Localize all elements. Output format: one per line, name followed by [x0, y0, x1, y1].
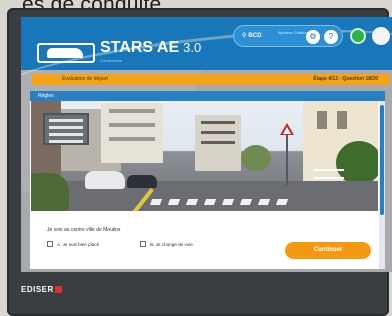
status-indicator-icon[interactable]	[350, 28, 366, 44]
direction-sign	[43, 113, 89, 145]
user-icon: ⚲	[242, 33, 247, 39]
ediser-logo: EDISER	[21, 285, 62, 294]
progress-step: Étape 4/12 - Question 18/20	[313, 76, 378, 82]
progress-banner: Évaluation de départ Étape 4/12 - Questi…	[32, 74, 390, 85]
answer-b[interactable]: B. Je change de voie	[140, 241, 193, 247]
fence	[314, 169, 344, 179]
dark-car	[127, 175, 157, 188]
brand-text: EDISER	[21, 285, 54, 294]
sign-pole	[286, 135, 288, 185]
scroll-thumb[interactable]	[380, 105, 384, 215]
profile-avatar[interactable]	[372, 27, 390, 45]
building-windows-2	[109, 123, 155, 127]
tree	[241, 145, 271, 171]
road	[31, 181, 378, 211]
continue-button[interactable]: Continuer	[285, 242, 371, 259]
app-screen: STARS AE 3.0 Cordonnerie ⚲ BCD Alphane Châ…	[21, 17, 392, 272]
answer-a-checkbox[interactable]	[47, 241, 53, 247]
answer-a[interactable]: A. Je suis bien placé	[47, 241, 99, 247]
app-header: STARS AE 3.0 Cordonnerie ⚲ BCD Alphane Châ…	[21, 17, 392, 119]
green-car	[31, 173, 69, 211]
tower-windows-3	[201, 141, 235, 144]
panel-tab[interactable]: Règles	[30, 91, 385, 101]
crosswalk	[149, 199, 293, 205]
app-version: 3.0	[183, 40, 202, 55]
user-code-text: BCD	[248, 33, 262, 39]
brand-mark-icon	[54, 286, 62, 293]
answer-a-label: A. Je suis bien placé	[57, 241, 100, 247]
answer-b-label: B. Je change de voie	[150, 241, 193, 247]
answer-b-checkbox[interactable]	[140, 241, 146, 247]
app-title-text: STARS AE	[100, 39, 180, 56]
question-photo	[31, 101, 378, 211]
gear-icon[interactable]: ⚙	[306, 30, 320, 44]
progress-label: Évaluation de départ	[62, 76, 108, 82]
user-panel[interactable]: ⚲ BCD Alphane Château ⚙ ?	[233, 25, 343, 47]
window-right-1	[317, 111, 327, 129]
white-car	[85, 171, 125, 189]
app-subtitle: Cordonnerie	[100, 58, 123, 63]
tower-windows-1	[201, 121, 235, 124]
help-icon[interactable]: ?	[324, 30, 338, 44]
building-windows-1	[109, 109, 155, 113]
building-windows-3	[109, 137, 155, 141]
user-code: ⚲ BCD	[242, 32, 261, 39]
question-text: Je vois au centre ville de Moulins	[47, 227, 121, 233]
question-panel: Règles Je vois au centre ville de Moulin…	[30, 91, 385, 269]
window-right-2	[337, 111, 347, 129]
panel-tab-label: Règles	[38, 93, 54, 99]
app-title: STARS AE 3.0	[100, 39, 201, 57]
panel-scrollbar[interactable]	[379, 101, 385, 269]
car-logo-icon	[37, 43, 95, 63]
warning-sign-icon	[280, 123, 294, 135]
tower-windows-2	[201, 131, 235, 134]
